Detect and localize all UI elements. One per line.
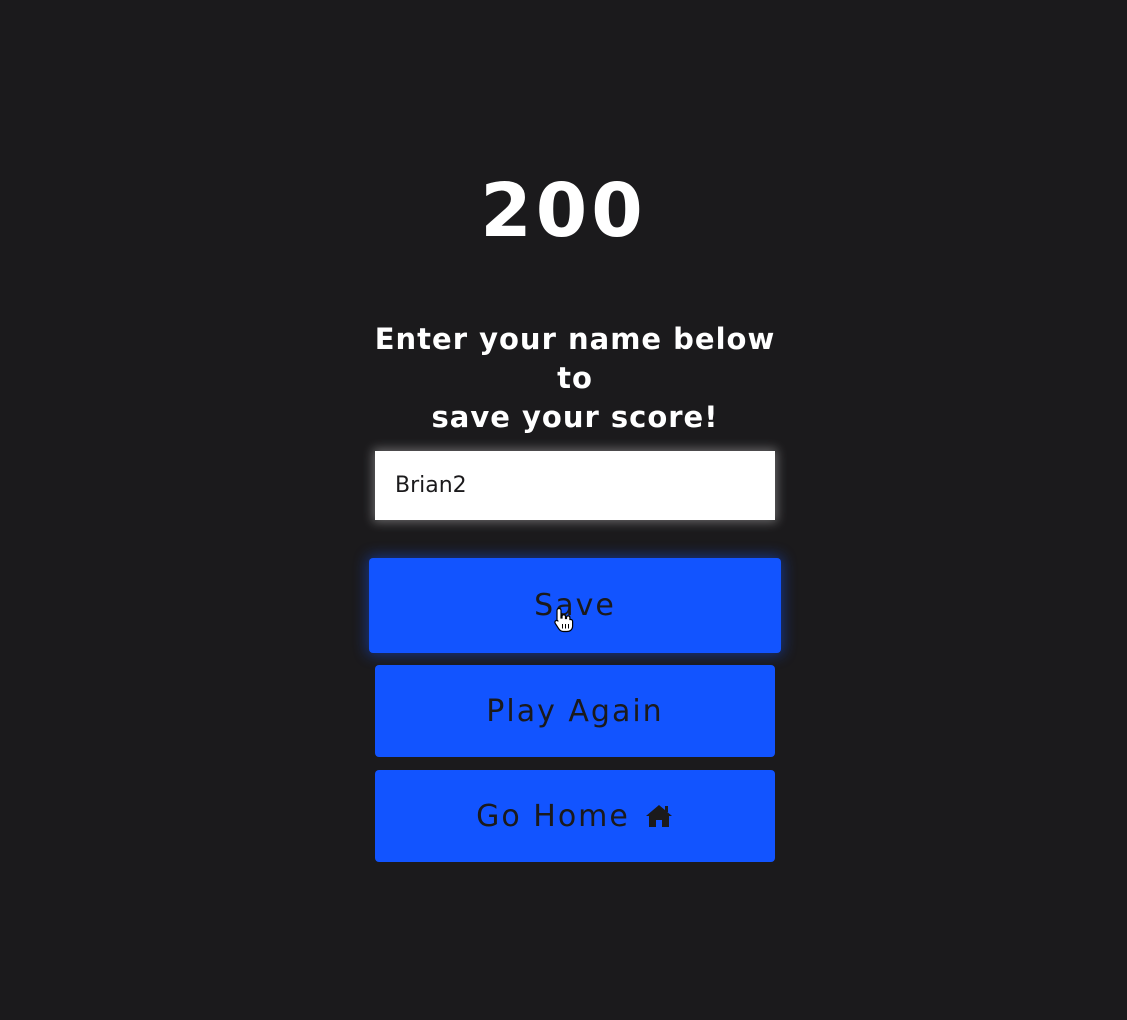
final-score: 200 — [480, 168, 647, 254]
play-again-button-label: Play Again — [486, 693, 664, 729]
prompt-line-1: Enter your name below to — [374, 322, 776, 395]
go-home-button[interactable]: Go Home — [375, 770, 775, 862]
username-input[interactable] — [375, 451, 775, 520]
save-score-prompt: Enter your name below to save your score… — [363, 320, 787, 437]
home-icon — [645, 805, 672, 827]
end-screen: 200 Enter your name below to save your s… — [0, 0, 1127, 1020]
save-button[interactable]: Save — [369, 558, 781, 653]
play-again-button[interactable]: Play Again — [375, 665, 775, 757]
save-button-label: Save — [534, 588, 616, 623]
go-home-button-label: Go Home — [476, 798, 630, 834]
prompt-line-2: save your score! — [431, 400, 719, 434]
